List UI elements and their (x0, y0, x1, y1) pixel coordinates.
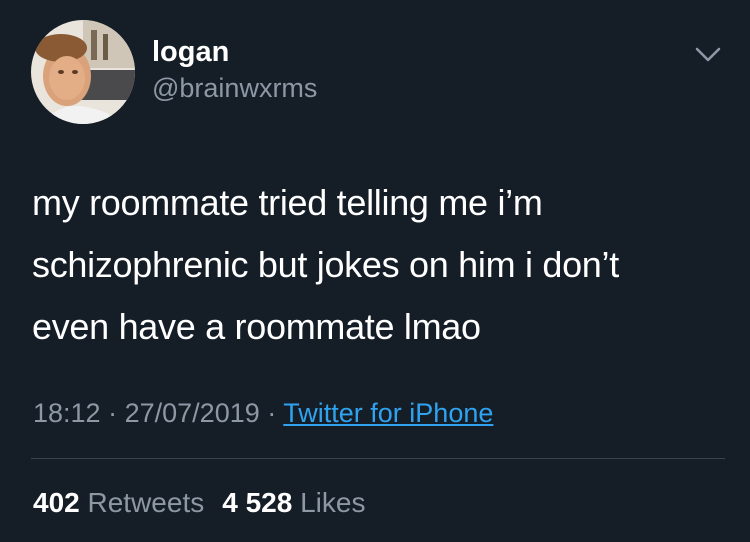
likes-count: 4 528 (222, 487, 293, 518)
avatar-image (31, 20, 135, 124)
user-handle[interactable]: @brainwxrms (152, 71, 317, 105)
tweet-date: 27/07/2019 (124, 398, 260, 428)
chevron-down-icon[interactable] (695, 45, 721, 65)
tweet-text: my roommate tried telling me i’m schizop… (32, 182, 619, 347)
divider (31, 458, 725, 459)
retweets-count: 402 (33, 487, 80, 518)
tweet-source-link[interactable]: Twitter for iPhone (283, 398, 493, 428)
display-name[interactable]: logan (152, 34, 229, 70)
retweets-label: Retweets (87, 487, 205, 518)
likes-label: Likes (300, 487, 366, 518)
tweet-meta: 18:12 · 27/07/2019 · Twitter for iPhone (33, 393, 493, 433)
tweet-card: logan @brainwxrms my roommate tried tell… (0, 0, 750, 542)
tweet-stats: 402 Retweets 4 528 Likes (33, 483, 365, 523)
meta-separator: · (267, 398, 277, 428)
meta-separator: · (108, 398, 118, 428)
likes-stat[interactable]: 4 528 Likes (222, 487, 365, 518)
avatar[interactable] (31, 20, 135, 124)
retweets-stat[interactable]: 402 Retweets (33, 487, 204, 518)
tweet-time: 18:12 (33, 398, 101, 428)
